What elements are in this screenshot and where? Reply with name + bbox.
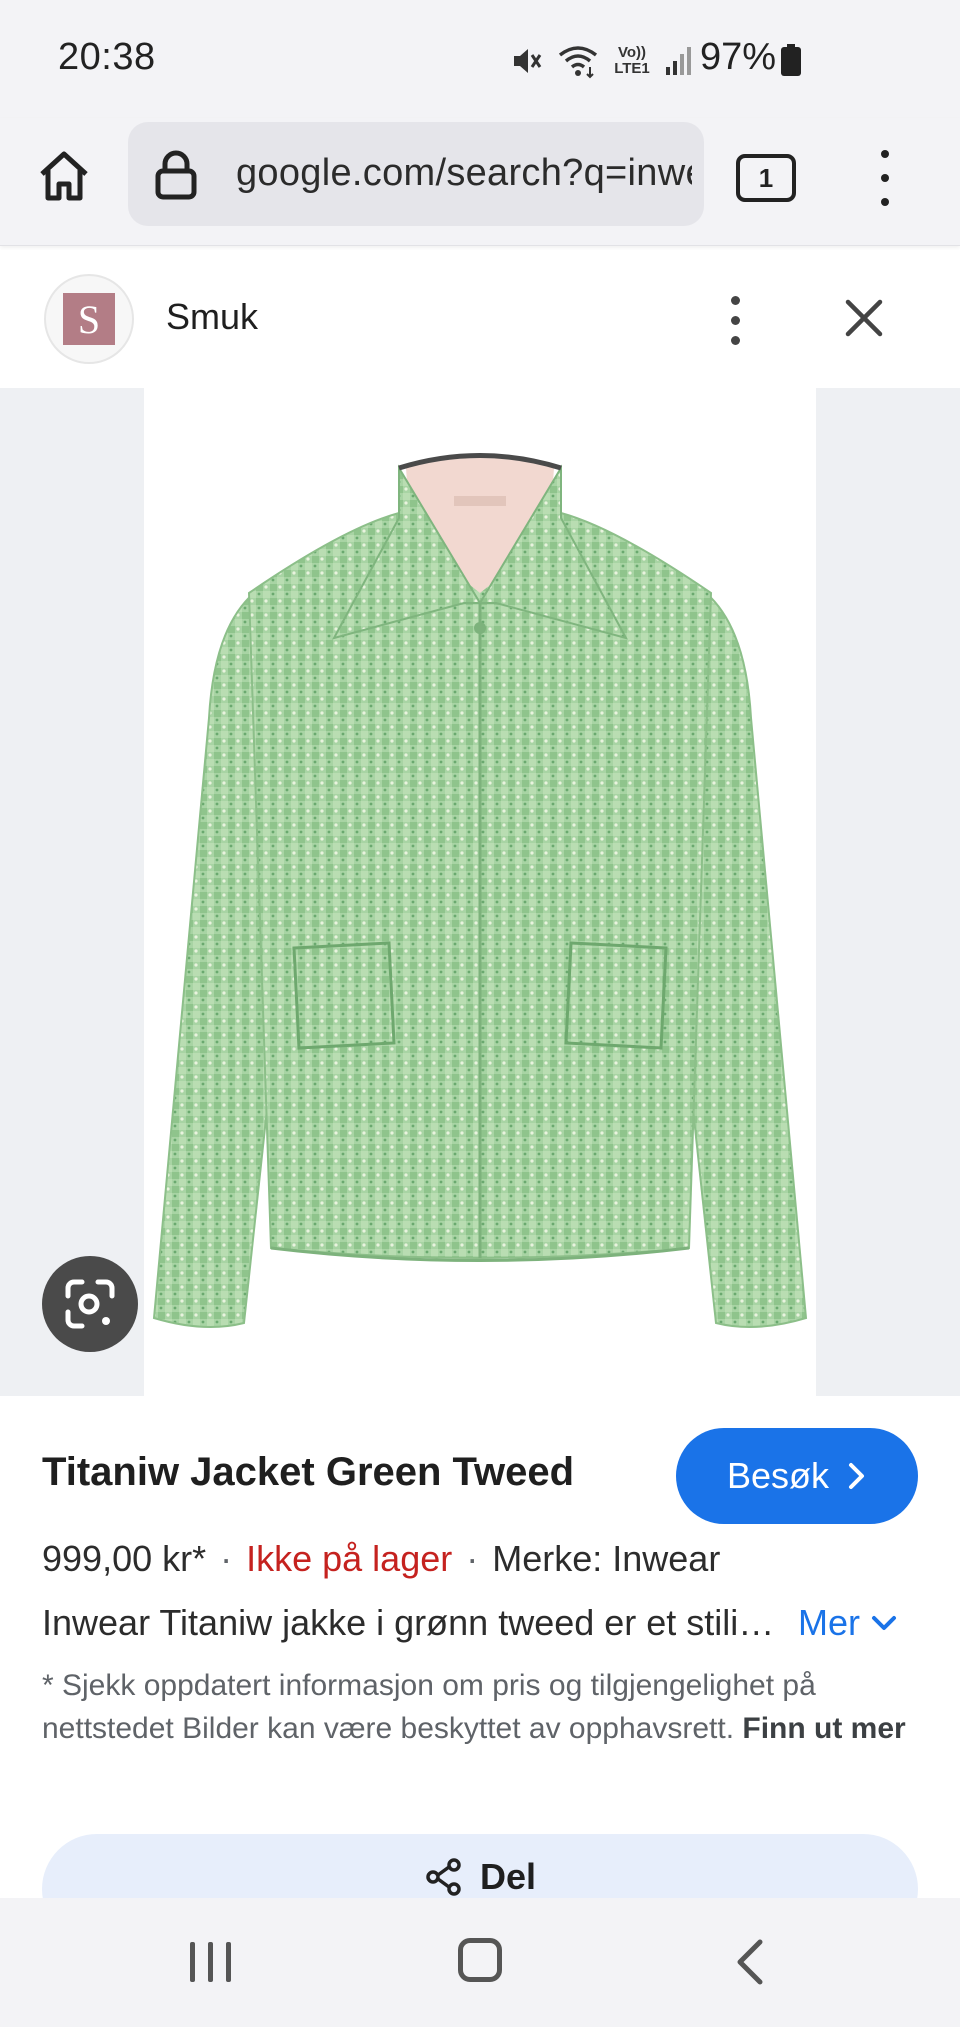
browser-toolbar: google.com/search?q=inwear+titaniw 1 [0, 118, 960, 246]
more-vert-icon [731, 296, 740, 305]
source-more-button[interactable] [720, 294, 750, 346]
recents-button[interactable] [190, 1942, 232, 1982]
learn-more-link[interactable]: Finn ut mer [742, 1712, 905, 1745]
lens-icon [65, 1279, 115, 1329]
separator: · [220, 1538, 233, 1579]
tab-count: 1 [758, 162, 774, 193]
more-label: Mer [798, 1602, 860, 1643]
back-button[interactable] [730, 1936, 770, 1988]
nav-home-button[interactable] [458, 1938, 502, 1982]
separator: · [466, 1538, 479, 1579]
image-viewer[interactable] [0, 388, 960, 1396]
source-favicon[interactable]: S [44, 274, 134, 364]
stock-status: Ikke på lager [246, 1538, 453, 1579]
disclaimer-text: * Sjekk oppdatert informasjon om pris og… [42, 1669, 816, 1745]
signal-icon [666, 47, 691, 75]
system-nav-bar [0, 1898, 960, 2027]
source-name[interactable]: Smuk [166, 296, 258, 338]
browser-menu-button[interactable] [870, 148, 900, 208]
menu-icon-dot [881, 198, 889, 206]
network-label: Vo)) LTE1 [614, 44, 650, 77]
product-brand: Merke: Inwear [492, 1538, 721, 1579]
url-bar[interactable]: google.com/search?q=inwear+titaniw [128, 122, 704, 226]
product-image[interactable] [144, 388, 816, 1396]
product-description: Inwear Titaniw jakke i grønn tweed er et… [42, 1602, 782, 1643]
favicon-letter: S [63, 293, 115, 345]
status-icons: Vo)) LTE1 [508, 38, 694, 84]
product-meta: 999,00 kr* · Ikke på lager · Merke: Inwear [42, 1538, 720, 1580]
visit-label: Besøk [726, 1455, 830, 1496]
home-button[interactable] [30, 142, 98, 210]
more-button[interactable]: Mer [798, 1602, 898, 1644]
recents-icon-bar [226, 1942, 231, 1982]
visit-button[interactable]: Besøk [676, 1428, 918, 1524]
product-title: Titaniw Jacket Green Tweed [42, 1450, 575, 1494]
jacket-image [152, 453, 808, 1328]
volte-icon: Vo)) LTE1 [612, 45, 652, 77]
recents-icon-bar [208, 1942, 213, 1982]
more-vert-icon-dot [731, 336, 740, 345]
recents-icon [190, 1942, 195, 1982]
status-time: 20:38 [58, 36, 156, 78]
chevron-right-icon [849, 1463, 865, 1489]
mute-icon [514, 49, 542, 73]
status-bar: 20:38 Vo)) LTE1 97% [0, 0, 960, 118]
source-header: S Smuk [0, 250, 960, 388]
product-price: 999,00 kr* [42, 1538, 207, 1579]
home-icon [40, 151, 88, 201]
wifi-icon [558, 46, 598, 79]
tabs-button[interactable]: 1 [736, 154, 796, 202]
battery-icon [781, 44, 801, 76]
disclaimer: * Sjekk oppdatert informasjon om pris og… [42, 1664, 922, 1750]
url-text: google.com/search?q=inwear+titaniw [236, 152, 692, 194]
battery-percent: 97% [700, 36, 777, 78]
chevron-down-icon [872, 1616, 896, 1630]
menu-icon [881, 150, 889, 158]
google-lens-button[interactable] [42, 1256, 138, 1352]
share-label: Del [479, 1856, 537, 1897]
more-vert-icon-dot [731, 316, 740, 325]
menu-icon-dot [881, 174, 889, 182]
close-icon[interactable] [840, 294, 888, 342]
share-icon [426, 1858, 461, 1896]
lock-icon [155, 150, 197, 200]
